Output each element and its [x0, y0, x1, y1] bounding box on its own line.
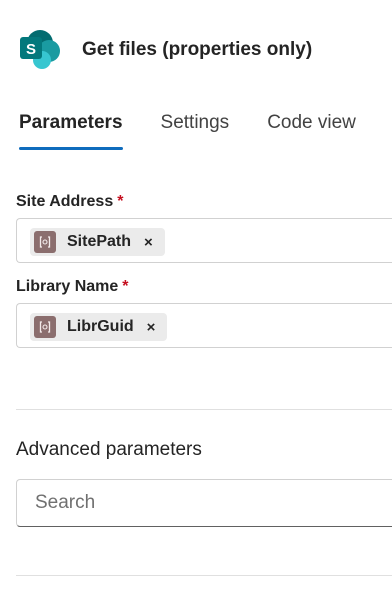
- library-name-field[interactable]: LibrGuid ×: [16, 303, 392, 348]
- tab-settings[interactable]: Settings: [161, 112, 230, 150]
- token-label: LibrGuid: [67, 318, 134, 335]
- expression-icon: [34, 316, 56, 338]
- libr-guid-token[interactable]: LibrGuid ×: [30, 313, 168, 341]
- section-divider: [16, 409, 392, 410]
- required-mark: *: [117, 193, 124, 210]
- advanced-parameters-search[interactable]: [16, 479, 392, 527]
- site-path-token[interactable]: SitePath ×: [30, 228, 165, 256]
- action-title: Get files (properties only): [82, 39, 313, 60]
- site-address-field[interactable]: SitePath ×: [16, 218, 392, 263]
- library-name-label-text: Library Name: [16, 278, 119, 295]
- remove-token-icon[interactable]: ×: [147, 320, 156, 335]
- tab-list: Parameters Settings Code view: [19, 112, 356, 150]
- svg-text:S: S: [26, 41, 36, 58]
- library-name-label: Library Name *: [16, 278, 129, 296]
- site-address-label-text: Site Address: [16, 193, 114, 210]
- token-label: SitePath: [67, 233, 132, 250]
- remove-token-icon[interactable]: ×: [144, 235, 153, 250]
- tab-code-view[interactable]: Code view: [267, 112, 356, 150]
- section-divider: [16, 575, 392, 576]
- expression-icon: [34, 231, 56, 253]
- tab-parameters[interactable]: Parameters: [19, 112, 123, 150]
- advanced-parameters-heading: Advanced parameters: [16, 439, 202, 460]
- sharepoint-icon: S: [18, 28, 62, 72]
- required-mark: *: [122, 278, 129, 295]
- panel-header: S Get files (properties only): [18, 28, 312, 72]
- search-input[interactable]: [17, 480, 392, 526]
- site-address-label: Site Address *: [16, 193, 123, 211]
- action-details-panel: S Get files (properties only) Parameters…: [0, 0, 392, 594]
